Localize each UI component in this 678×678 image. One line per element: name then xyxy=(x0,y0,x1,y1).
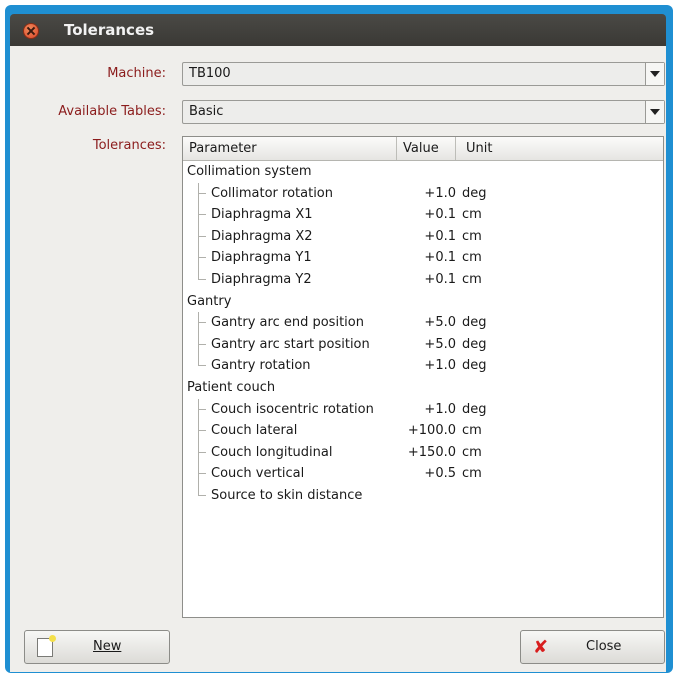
chevron-down-icon[interactable] xyxy=(645,101,664,123)
column-header-unit[interactable]: Unit xyxy=(466,141,492,156)
tree-branch-line xyxy=(198,257,206,259)
parameter-name: Diaphragma X1 xyxy=(211,207,313,223)
parameter-unit: deg xyxy=(462,315,487,331)
tree-row[interactable]: Diaphragma X2 +0.1 cm xyxy=(183,226,663,247)
tree-branch-line xyxy=(198,408,206,410)
tree-row[interactable]: Gantry arc start position +5.0 deg xyxy=(183,334,663,355)
tree-branch-line xyxy=(198,495,206,496)
parameter-name: Couch longitudinal xyxy=(211,444,333,460)
parameter-unit: cm xyxy=(462,466,482,482)
parameter-name: Couch isocentric rotation xyxy=(211,401,374,417)
tree-branch-line xyxy=(198,343,206,345)
parameter-unit: cm xyxy=(462,272,482,287)
tree-branch-line xyxy=(198,430,206,432)
parameter-value: +5.0 xyxy=(424,336,456,352)
tree-guide-line xyxy=(198,182,199,280)
close-button-label: Close xyxy=(586,639,622,654)
parameter-value: +1.0 xyxy=(424,185,456,201)
tree-row[interactable]: Diaphragma Y1 +0.1 cm xyxy=(183,247,663,268)
available-tables-value: Basic xyxy=(189,104,224,119)
tree-branch-line xyxy=(198,365,206,367)
tree-branch-line xyxy=(198,192,206,194)
red-x-icon: ✘ xyxy=(533,637,549,658)
tree-row[interactable]: Diaphragma Y2 +0.1 cm xyxy=(183,269,663,290)
parameter-name: Diaphragma Y2 xyxy=(211,272,312,287)
window-title: Tolerances xyxy=(64,21,155,39)
tree-branch-line xyxy=(198,279,206,280)
parameter-name: Gantry rotation xyxy=(211,358,311,374)
tree-guide-line xyxy=(198,398,199,496)
machine-combobox[interactable]: TB100 xyxy=(182,62,665,86)
parameter-name: Collimator rotation xyxy=(211,185,334,201)
parameter-unit: deg xyxy=(462,336,487,352)
machine-value: TB100 xyxy=(189,66,231,81)
parameter-value: +0.1 xyxy=(424,250,456,266)
tolerances-tree[interactable]: Parameter Value Unit Collimation system C… xyxy=(182,136,664,618)
tree-branch-line xyxy=(198,451,206,453)
titlebar: Tolerances xyxy=(10,14,666,46)
tree-row[interactable]: Couch longitudinal +150.0 cm xyxy=(183,442,663,463)
new-button[interactable]: New xyxy=(24,630,170,664)
tree-group-row[interactable]: Patient couch xyxy=(183,377,663,398)
new-button-label: New xyxy=(93,639,122,654)
new-document-icon xyxy=(37,635,56,657)
group-name: Patient couch xyxy=(187,380,276,395)
parameter-name: Diaphragma Y1 xyxy=(211,250,312,266)
window-close-icon[interactable] xyxy=(23,23,39,39)
available-tables-label: Available Tables: xyxy=(58,104,166,119)
tree-row[interactable]: Diaphragma X1 +0.1 cm xyxy=(183,204,663,225)
parameter-unit: cm xyxy=(462,250,482,266)
parameter-name: Couch lateral xyxy=(211,423,298,439)
tree-row[interactable]: Collimator rotation +1.0 deg xyxy=(183,183,663,204)
parameter-value: +5.0 xyxy=(424,315,456,331)
tree-row[interactable]: Source to skin distance xyxy=(183,485,663,506)
parameter-name: Diaphragma X2 xyxy=(211,228,313,244)
parameter-unit: deg xyxy=(462,358,487,374)
tree-branch-line xyxy=(198,473,206,475)
column-header-value[interactable]: Value xyxy=(403,141,439,156)
tree-header: Parameter Value Unit xyxy=(183,137,663,161)
parameter-value: +0.1 xyxy=(424,272,456,287)
dialog-body: Machine: TB100 Available Tables: Basic T… xyxy=(10,46,666,672)
parameter-unit: cm xyxy=(462,444,482,460)
parameter-name: Gantry arc end position xyxy=(211,315,364,331)
parameter-value: +100.0 xyxy=(407,423,456,439)
parameter-name: Couch vertical xyxy=(211,466,305,482)
tree-branch-line xyxy=(198,235,206,237)
tree-row[interactable]: Gantry rotation +1.0 deg xyxy=(183,355,663,376)
tree-row[interactable]: Couch isocentric rotation +1.0 deg xyxy=(183,399,663,420)
parameter-value: +1.0 xyxy=(424,401,456,417)
parameter-name: Source to skin distance xyxy=(211,488,363,503)
tree-branch-line xyxy=(198,214,206,216)
tree-row[interactable]: Couch vertical +0.5 cm xyxy=(183,463,663,484)
parameter-value: +1.0 xyxy=(424,358,456,374)
parameter-unit: cm xyxy=(462,423,482,439)
group-name: Collimation system xyxy=(187,164,312,179)
tree-group-row[interactable]: Collimation system xyxy=(183,161,663,182)
parameter-unit: deg xyxy=(462,185,487,201)
parameter-name: Gantry arc start position xyxy=(211,336,370,352)
tree-row[interactable]: Gantry arc end position +5.0 deg xyxy=(183,312,663,333)
parameter-value: +0.1 xyxy=(424,207,456,223)
tree-branch-line xyxy=(198,322,206,324)
parameter-value: +0.1 xyxy=(424,228,456,244)
tree-guide-line xyxy=(198,312,199,367)
chevron-down-icon[interactable] xyxy=(645,63,664,85)
group-name: Gantry xyxy=(187,293,232,309)
machine-label: Machine: xyxy=(107,66,166,81)
parameter-value: +0.5 xyxy=(424,466,456,482)
parameter-unit: cm xyxy=(462,207,482,223)
column-header-parameter[interactable]: Parameter xyxy=(189,141,257,156)
tree-group-row[interactable]: Gantry xyxy=(183,291,663,312)
tolerances-label: Tolerances: xyxy=(92,138,166,153)
parameter-unit: cm xyxy=(462,228,482,244)
available-tables-combobox[interactable]: Basic xyxy=(182,100,665,124)
parameter-unit: deg xyxy=(462,401,487,417)
tree-row[interactable]: Couch lateral +100.0 cm xyxy=(183,420,663,441)
close-button[interactable]: ✘ Close xyxy=(520,630,665,664)
parameter-value: +150.0 xyxy=(407,444,456,460)
